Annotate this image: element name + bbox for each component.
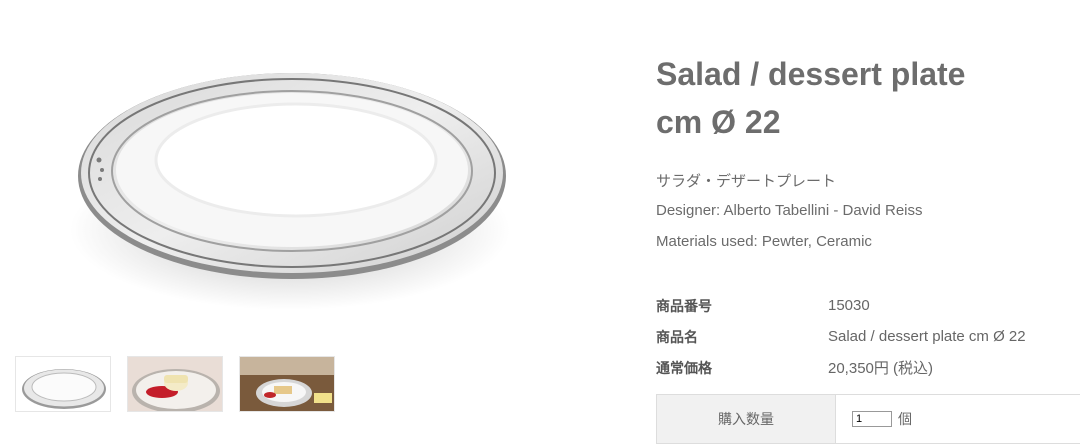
spec-row-price: 通常価格 20,350円 (税込) xyxy=(656,352,1026,383)
quantity-input[interactable] xyxy=(852,411,892,427)
spec-key: 通常価格 xyxy=(656,360,712,377)
spec-value: 20,350円 (税込) xyxy=(828,360,934,377)
quantity-label: 購入数量 xyxy=(657,395,836,443)
spec-value: Salad / dessert plate cm Ø 22 xyxy=(828,328,1026,345)
thumbnail-plate[interactable] xyxy=(15,356,111,412)
spec-key: 商品番号 xyxy=(656,298,712,315)
product-spec-table: 商品番号 15030 商品名 Salad / dessert plate cm … xyxy=(656,290,1026,383)
product-japanese-name: サラダ・デザートプレート xyxy=(656,173,837,190)
product-gallery xyxy=(0,0,600,444)
thumbnail-table-setting[interactable] xyxy=(239,356,335,412)
product-materials: Materials used: Pewter, Ceramic xyxy=(656,233,872,250)
thumbnail-dessert[interactable] xyxy=(127,356,223,412)
spec-value: 15030 xyxy=(828,297,870,314)
product-title-line1: Salad / dessert plate xyxy=(656,56,966,92)
product-title-block: Salad / dessert plate cm Ø 22 xyxy=(656,50,1066,146)
main-product-image[interactable] xyxy=(60,60,530,330)
product-title-line2: cm Ø 22 xyxy=(656,104,781,140)
spec-key: 商品名 xyxy=(656,329,698,346)
quantity-input-wrap: 個 xyxy=(836,395,912,443)
thumbnail-strip xyxy=(15,356,335,412)
spec-row-item-number: 商品番号 15030 xyxy=(656,290,1026,321)
quantity-row: 購入数量 個 xyxy=(656,394,1080,444)
spec-row-product-name: 商品名 Salad / dessert plate cm Ø 22 xyxy=(656,321,1026,352)
quantity-unit: 個 xyxy=(898,412,912,428)
product-designer: Designer: Alberto Tabellini - David Reis… xyxy=(656,202,923,219)
product-title: Salad / dessert plate cm Ø 22 xyxy=(656,50,1066,146)
